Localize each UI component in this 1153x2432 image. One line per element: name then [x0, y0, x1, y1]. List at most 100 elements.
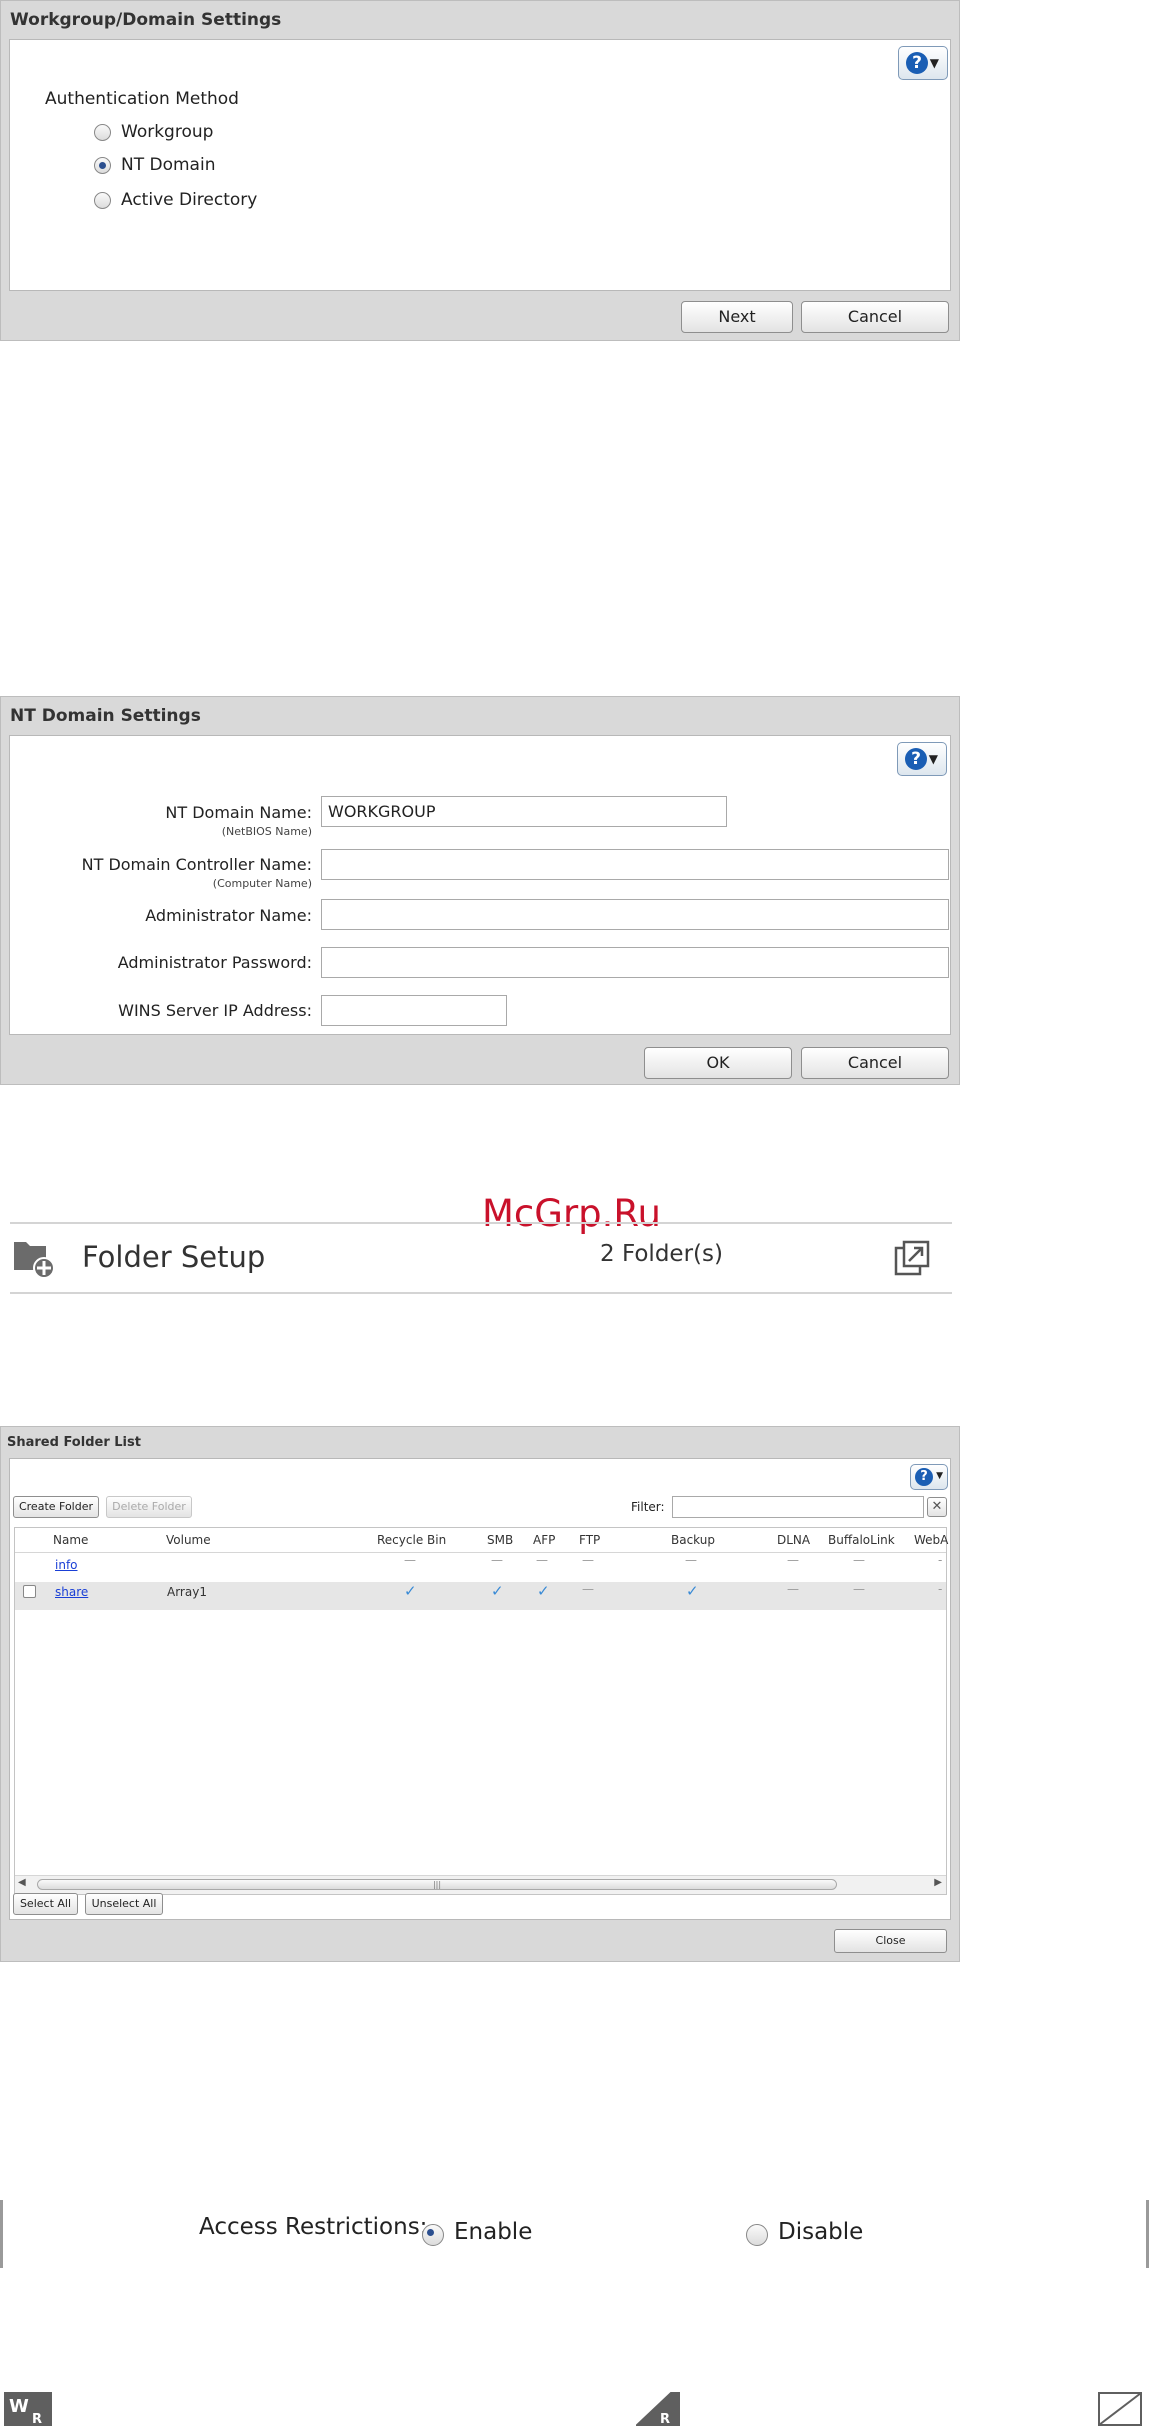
scroll-grip: ||| — [432, 1880, 442, 1889]
radio-workgroup[interactable] — [94, 124, 111, 141]
row-info-buffalolink: — — [853, 1553, 865, 1567]
col-buffalolink[interactable]: BuffaloLink — [828, 1533, 895, 1547]
unselect-all-button[interactable]: Unselect All — [85, 1893, 163, 1915]
dialog-title: Shared Folder List — [7, 1435, 141, 1450]
folder-setup-bar: Folder Setup 2 Folder(s) — [10, 1222, 952, 1294]
folder-grid: ◀ ||| ▶ — [14, 1527, 947, 1895]
svg-text:R: R — [32, 2412, 42, 2426]
row-share-ftp: — — [582, 1582, 594, 1596]
radio-active-directory-label: Active Directory — [121, 190, 258, 210]
row-share-smb: ✓ — [491, 1582, 504, 1600]
controller-name-sublabel: (Computer Name) — [212, 877, 312, 890]
clear-filter-button[interactable]: ✕ — [927, 1497, 947, 1517]
left-edge — [0, 2200, 3, 2268]
nt-domain-name-input[interactable]: WORKGROUP — [321, 796, 727, 827]
col-weba[interactable]: WebA — [914, 1533, 948, 1547]
row-info-ftp: — — [582, 1553, 594, 1567]
dialog-title: NT Domain Settings — [10, 706, 201, 726]
close-icon: ✕ — [931, 1499, 943, 1514]
row-share-afp: ✓ — [537, 1582, 550, 1600]
nt-domain-name-sublabel: (NetBIOS Name) — [221, 825, 312, 838]
svg-text:R: R — [660, 2412, 670, 2426]
expand-icon[interactable] — [892, 1238, 932, 1278]
scroll-left-icon[interactable]: ◀ — [18, 1877, 26, 1888]
radio-workgroup-label: Workgroup — [121, 122, 214, 142]
shared-folder-list-dialog: Shared Folder List ? ▼ Create Folder Del… — [0, 1426, 960, 1962]
col-afp[interactable]: AFP — [533, 1533, 555, 1547]
row-info-dlna: — — [787, 1553, 799, 1567]
row-share-buffalolink: — — [853, 1582, 865, 1596]
radio-enable-label: Enable — [454, 2219, 533, 2245]
no-access-icon — [1098, 2392, 1142, 2426]
col-smb[interactable]: SMB — [487, 1533, 513, 1547]
row-info-smb: — — [491, 1553, 503, 1567]
row-share-recycle: ✓ — [404, 1582, 417, 1600]
cancel-button[interactable]: Cancel — [801, 301, 949, 333]
nt-domain-dialog: NT Domain Settings ? ▼ NT Domain Name: (… — [0, 696, 960, 1085]
chevron-down-icon: ▼ — [936, 1471, 943, 1481]
admin-password-input[interactable] — [321, 947, 949, 978]
read-write-icon: W R — [4, 2392, 52, 2426]
wins-ip-label: WINS Server IP Address: — [118, 1001, 312, 1020]
horizontal-scrollbar[interactable]: ◀ ||| ▶ — [15, 1875, 946, 1894]
radio-nt-domain-label: NT Domain — [121, 155, 216, 175]
close-button[interactable]: Close — [834, 1929, 947, 1953]
svg-text:W: W — [9, 2396, 29, 2417]
folder-count: 2 Folder(s) — [600, 1241, 723, 1267]
filter-label: Filter: — [631, 1500, 665, 1514]
folder-link-share[interactable]: share — [55, 1585, 88, 1599]
row-info-weba: - — [938, 1553, 943, 1567]
col-recycle-bin[interactable]: Recycle Bin — [377, 1533, 446, 1547]
field-labels: NT Domain Name: (NetBIOS Name) NT Domain… — [10, 736, 312, 1036]
col-ftp[interactable]: FTP — [579, 1533, 600, 1547]
add-folder-icon — [14, 1242, 55, 1279]
cancel-button[interactable]: Cancel — [801, 1047, 949, 1079]
radio-disable[interactable] — [746, 2224, 768, 2246]
radio-active-directory[interactable] — [94, 192, 111, 209]
workgroup-domain-dialog: Workgroup/Domain Settings ? ▼ Authentica… — [0, 0, 960, 341]
col-dlna[interactable]: DLNA — [777, 1533, 810, 1547]
chevron-down-icon: ▼ — [928, 752, 938, 766]
row-share-volume: Array1 — [167, 1585, 207, 1599]
radio-disable-label: Disable — [778, 2219, 864, 2245]
help-button[interactable]: ? ▼ — [910, 1464, 948, 1490]
controller-name-input[interactable] — [321, 849, 949, 880]
col-volume[interactable]: Volume — [166, 1533, 211, 1547]
nt-domain-name-label: NT Domain Name: — [165, 803, 312, 822]
right-edge — [1146, 2200, 1149, 2268]
create-folder-button[interactable]: Create Folder — [13, 1496, 99, 1518]
select-all-button[interactable]: Select All — [13, 1893, 78, 1915]
read-only-icon: R — [636, 2392, 680, 2426]
folder-link-info[interactable]: info — [55, 1558, 78, 1572]
help-icon: ? — [905, 748, 927, 770]
col-name[interactable]: Name — [53, 1533, 88, 1547]
radio-enable[interactable] — [422, 2224, 444, 2246]
row-share-checkbox[interactable] — [23, 1585, 36, 1598]
access-restrictions-row: Access Restrictions: Enable Disable — [0, 2200, 1153, 2270]
folder-setup-title: Folder Setup — [82, 1240, 266, 1274]
row-share-highlight — [15, 1582, 946, 1610]
ok-button[interactable]: OK — [644, 1047, 792, 1079]
wins-ip-input[interactable] — [321, 995, 507, 1026]
row-share-backup: ✓ — [686, 1582, 699, 1600]
radio-nt-domain[interactable] — [94, 157, 111, 174]
delete-folder-button: Delete Folder — [106, 1496, 192, 1518]
help-button[interactable]: ? ▼ — [897, 742, 947, 776]
auth-method-label: Authentication Method — [45, 89, 239, 109]
help-icon: ? — [915, 1468, 933, 1486]
scroll-thumb[interactable]: ||| — [37, 1879, 837, 1890]
help-button[interactable]: ? ▼ — [898, 46, 948, 80]
scroll-right-icon[interactable]: ▶ — [934, 1877, 942, 1888]
row-share-dlna: — — [787, 1582, 799, 1596]
next-button[interactable]: Next — [681, 301, 793, 333]
help-icon: ? — [906, 52, 928, 74]
filter-input[interactable] — [672, 1496, 924, 1518]
admin-name-label: Administrator Name: — [145, 906, 312, 925]
admin-name-input[interactable] — [321, 899, 949, 930]
row-info-afp: — — [536, 1553, 548, 1567]
chevron-down-icon: ▼ — [929, 56, 939, 70]
row-info-backup: — — [685, 1553, 697, 1567]
dialog-title: Workgroup/Domain Settings — [10, 10, 282, 30]
col-backup[interactable]: Backup — [671, 1533, 715, 1547]
row-info-recycle: — — [404, 1553, 416, 1567]
